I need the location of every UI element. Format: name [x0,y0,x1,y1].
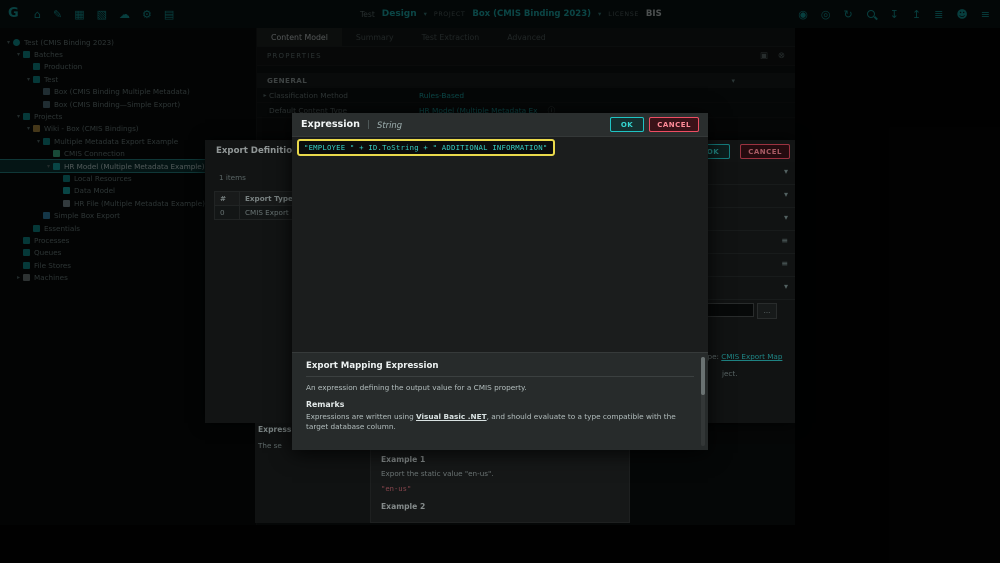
help-divider [306,376,694,377]
expression-editor[interactable] [292,137,708,352]
ok-button[interactable]: OK [610,117,644,132]
expression-help-panel: Export Mapping Expression An expression … [292,352,708,450]
remarks-title: Remarks [306,400,694,409]
help-description: An expression defining the output value … [306,383,686,394]
remarks-text: Expressions are written using Visual Bas… [306,412,686,433]
scrollbar[interactable] [701,357,705,446]
expression-text[interactable]: "EMPLOYEE " + ID.ToString + " ADDITIONAL… [304,143,547,152]
help-title: Export Mapping Expression [306,361,694,371]
expression-dialog-header: Expression | String OK CANCEL [292,113,708,137]
scrollbar-thumb[interactable] [701,357,705,395]
visual-basic-link[interactable]: Visual Basic .NET [416,412,487,421]
cancel-button[interactable]: CANCEL [649,117,699,132]
expression-highlight-box[interactable]: "EMPLOYEE " + ID.ToString + " ADDITIONAL… [297,139,555,156]
app-window: G ⌂✎▦▧☁⚙▤ Test Design ▾ PROJECT Box (CMI… [0,0,1000,563]
expression-dialog: Expression | String OK CANCEL "EMPLOYEE … [292,113,708,450]
title-divider: | [367,120,370,130]
dialog-subtitle: String [377,120,402,130]
dialog-title: Expression [301,119,360,130]
